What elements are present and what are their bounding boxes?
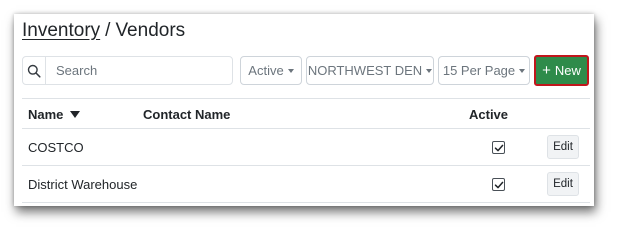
region-filter-label: NORTHWEST DEN [307, 63, 423, 78]
vendor-name: District Warehouse [28, 177, 138, 192]
plus-icon: + [542, 62, 551, 79]
active-checkbox[interactable] [492, 141, 505, 154]
checkmark-icon [494, 181, 503, 188]
search-icon[interactable] [23, 57, 46, 84]
table-row: COSTCO Edit [22, 129, 590, 166]
search-group [22, 56, 233, 85]
page-title: Vendors [115, 20, 186, 41]
active-filter-label: Active [248, 63, 284, 78]
column-header-active: Active [469, 107, 509, 122]
chevron-down-icon [287, 69, 294, 73]
table-row: District Warehouse Edit [22, 166, 590, 203]
edit-button[interactable]: Edit [547, 135, 579, 159]
new-button-label: New [554, 63, 581, 78]
active-filter-dropdown[interactable]: Active [240, 56, 302, 85]
vendor-name: COSTCO [28, 140, 84, 155]
active-checkbox[interactable] [492, 178, 505, 191]
search-input[interactable] [46, 57, 232, 84]
per-page-dropdown[interactable]: 15 Per Page [438, 56, 530, 85]
table-header: Name Contact Name Active [22, 98, 590, 129]
toolbar: Active NORTHWEST DEN 15 Per Page + New [22, 55, 590, 86]
vendors-table: Name Contact Name Active COSTCO Edit Dis… [22, 98, 590, 203]
region-filter-dropdown[interactable]: NORTHWEST DEN [306, 56, 434, 85]
column-header-contact-name: Contact Name [143, 107, 231, 122]
chevron-down-icon [426, 69, 433, 73]
vendors-panel: Inventory/Vendors Active NORTHWEST DEN 1… [14, 14, 594, 206]
breadcrumb: Inventory / Vendors [22, 20, 185, 42]
column-header-name[interactable]: Name [28, 107, 81, 122]
checkmark-icon [494, 144, 503, 151]
breadcrumb-inventory-link[interactable]: Inventory [22, 20, 100, 41]
column-header-name-label: Name [28, 107, 64, 122]
new-vendor-button[interactable]: + New [534, 55, 589, 86]
edit-button[interactable]: Edit [547, 172, 579, 196]
chevron-down-icon [519, 69, 526, 73]
per-page-label: 15 Per Page [442, 63, 516, 78]
breadcrumb-separator: / [105, 20, 111, 41]
sort-desc-icon [70, 111, 81, 118]
